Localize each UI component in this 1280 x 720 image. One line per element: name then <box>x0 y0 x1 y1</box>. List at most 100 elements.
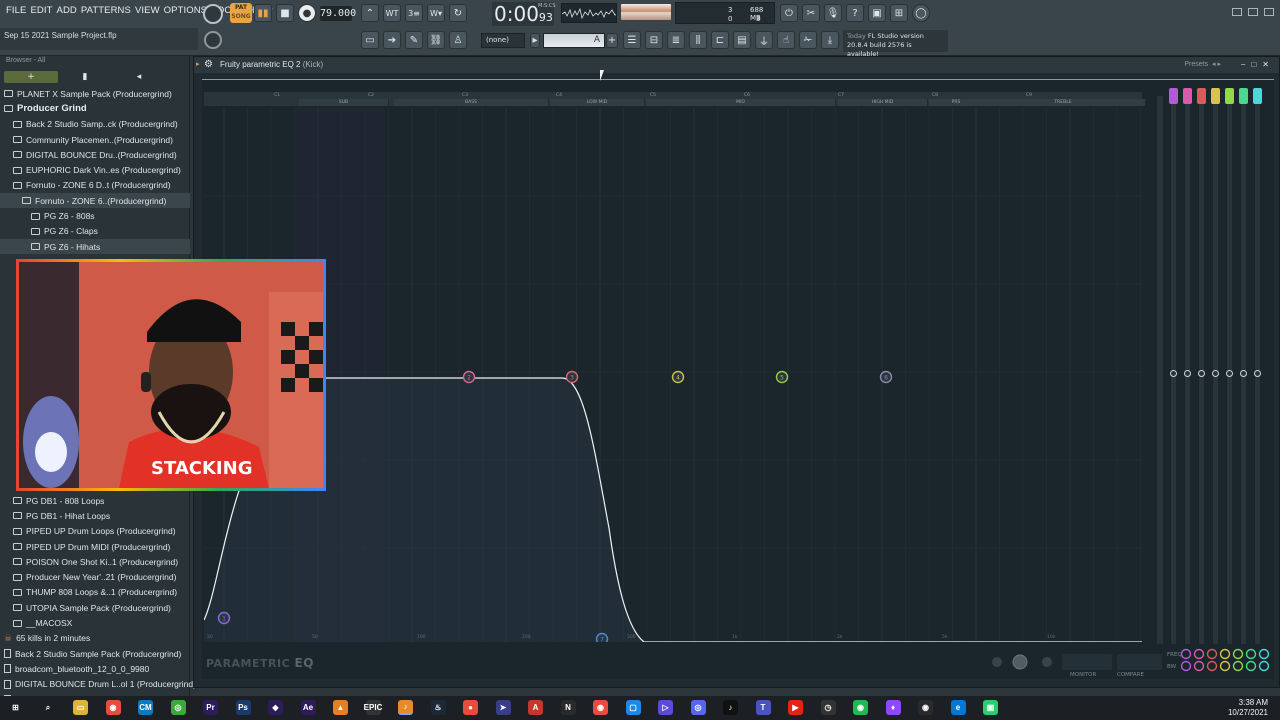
close-icon[interactable] <box>1264 8 1274 16</box>
taskbar-app-ae-icon[interactable]: Ae <box>300 700 316 715</box>
band-freq-knob-icon[interactable] <box>1193 648 1205 660</box>
monitor-panel[interactable] <box>1062 654 1112 670</box>
browser-item[interactable]: POISON One Shot Ki..1 (Producergrind) <box>0 554 190 569</box>
stamp-icon[interactable]: ♙ <box>449 31 467 49</box>
pattern-nav-left-icon[interactable]: ▸ <box>530 33 540 48</box>
brush-icon[interactable]: ✎ <box>405 31 423 49</box>
link-icon[interactable]: ⛓ <box>427 31 445 49</box>
save-icon[interactable]: ▣ <box>868 4 886 22</box>
taskbar-app-epic-icon[interactable]: EPIC <box>364 700 382 715</box>
band-freq-knob-icon[interactable] <box>1245 648 1257 660</box>
browser-item[interactable]: Producer Grind <box>0 101 190 116</box>
band-bw-knob-icon[interactable] <box>1219 660 1231 672</box>
online-icon[interactable]: ⏻ <box>780 4 798 22</box>
browser-item[interactable]: PG DB1 - Hihat Loops <box>0 508 190 523</box>
minimize-icon[interactable] <box>1232 8 1242 16</box>
record-button[interactable]: ● <box>298 4 316 22</box>
taskbar-app-search-icon[interactable]: ⌕ <box>40 700 56 715</box>
taskbar-app-chrome3-icon[interactable]: ◉ <box>918 700 933 715</box>
countdown-icon[interactable]: 3≡ <box>405 4 423 22</box>
browser-item[interactable]: broadcom_bluetooth_12_0_0_9980 <box>0 661 190 676</box>
eq-window-buttons[interactable]: −□✕ <box>1241 57 1275 73</box>
menu-view[interactable]: VIEW <box>133 5 162 21</box>
browser-tab-current-icon[interactable]: ▮ <box>58 71 112 83</box>
taskbar-app-speed-icon[interactable]: ◷ <box>820 700 836 715</box>
download-icon[interactable]: ⤓ <box>821 31 839 49</box>
band-bw-knob-icon[interactable] <box>1232 660 1244 672</box>
pattern-name-field[interactable]: A <box>543 33 605 48</box>
browser-item[interactable]: Fornuto - ZONE 6 D..t (Producergrind) <box>0 178 190 193</box>
band-freq-knob-icon[interactable] <box>1206 648 1218 660</box>
band-gain-dot-icon[interactable] <box>1170 370 1177 377</box>
band-gain-dot-icon[interactable] <box>1198 370 1205 377</box>
taskbar-app-spot-icon[interactable]: ◉ <box>853 700 868 715</box>
taskbar-app-tiktok-icon[interactable]: ♪ <box>723 700 738 715</box>
menu-options[interactable]: OPTIONS <box>162 5 209 21</box>
taskbar-app-youtube-icon[interactable]: ▶ <box>788 700 803 715</box>
mic-icon[interactable]: 🎙 <box>824 4 842 22</box>
metronome-icon[interactable]: ⌃ <box>361 4 379 22</box>
taskbar-app-steam-icon[interactable]: ♨ <box>430 700 446 715</box>
browser-item[interactable]: PIPED UP Drum Loops (Producergrind) <box>0 524 190 539</box>
taskbar-app-fl-icon[interactable]: ♪ <box>398 700 413 715</box>
band-slider-handle[interactable] <box>1225 88 1234 104</box>
band-gain-dot-icon[interactable] <box>1184 370 1191 377</box>
taskbar-app-chrome2-icon[interactable]: ◉ <box>593 700 608 715</box>
gear-icon[interactable]: ⚙ <box>204 57 213 73</box>
master-pitch-knob[interactable] <box>204 31 222 49</box>
band-slider-handle[interactable] <box>1197 88 1206 104</box>
taskbar-app-discord-icon[interactable]: ◎ <box>690 700 706 715</box>
browser-tab-plugins-icon[interactable]: ◂ <box>112 71 166 83</box>
window-menu-arrow-icon[interactable]: ▸ <box>196 57 200 73</box>
browser-item[interactable]: __MACOSX <box>0 615 190 630</box>
menu-patterns[interactable]: PATTERNS <box>79 5 133 21</box>
band-bw-knob-icon[interactable] <box>1180 660 1192 672</box>
menu-file[interactable]: FILE <box>4 5 28 21</box>
pattern-selector[interactable]: (none) <box>481 33 525 48</box>
menu-add[interactable]: ADD <box>55 5 79 21</box>
browser-item[interactable]: Producer New Year'..21 (Producergrind) <box>0 569 190 584</box>
taskbar-app-files-icon[interactable]: ▭ <box>73 700 88 715</box>
blend-notes-icon[interactable]: W▾ <box>427 4 445 22</box>
arrow-right-icon[interactable]: ➔ <box>383 31 401 49</box>
news-panel[interactable]: Today FL Studio version 20.8.4 build 257… <box>843 30 948 58</box>
mixer-faders-icon[interactable]: ⫼ <box>689 31 707 49</box>
mixer-icon[interactable]: ✂ <box>802 4 820 22</box>
band-bw-knob-icon[interactable] <box>1193 660 1205 672</box>
band-gain-dot-icon[interactable] <box>1212 370 1219 377</box>
browser-item[interactable]: Back 2 Studio Sample Pack (Producergrind… <box>0 646 190 661</box>
taskbar-app-play-icon[interactable]: ▷ <box>658 700 673 715</box>
system-clock[interactable]: 3:38 AM 10/27/2021 <box>1228 698 1268 718</box>
taskbar-app-ps-icon[interactable]: Ps <box>235 700 251 715</box>
eq-band-node-2[interactable]: 2 <box>462 370 476 384</box>
compare-panel[interactable] <box>1117 654 1162 670</box>
play-button[interactable]: ▮▮ <box>254 4 272 22</box>
taskbar-app-xbox-icon[interactable]: ◎ <box>170 700 186 715</box>
eq-band-node-5[interactable]: 5 <box>775 370 789 384</box>
browser-toggle-icon[interactable]: ▤ <box>733 31 751 49</box>
band-freq-knob-icon[interactable] <box>1258 648 1270 660</box>
band-bw-knob-icon[interactable] <box>1245 660 1257 672</box>
taskbar-app-vlc-icon[interactable]: ▲ <box>333 700 348 715</box>
eq-band-node-4[interactable]: 4 <box>671 370 685 384</box>
band-freq-knob-icon[interactable] <box>1232 648 1244 660</box>
taskbar-app-arrow-icon[interactable]: ➤ <box>495 700 511 715</box>
taskbar-app-teams-icon[interactable]: T <box>755 700 771 715</box>
band-slider-handle[interactable] <box>1239 88 1248 104</box>
taskbar-app-acrobat-icon[interactable]: A <box>528 700 543 715</box>
monitor-knob-icon[interactable] <box>992 657 1002 667</box>
hq-toggle-icon[interactable] <box>1012 654 1028 670</box>
browser-item[interactable]: Community Placemen..(Producergrind) <box>0 132 190 147</box>
band-gain-dot-icon[interactable] <box>1254 370 1261 377</box>
browser-item[interactable]: PG DB1 - 808 Loops <box>0 493 190 508</box>
pat-song-toggle[interactable]: PAT SONG <box>230 3 252 23</box>
eq-band-node-7[interactable]: 7 <box>595 632 609 643</box>
master-volume-knob[interactable] <box>203 4 223 24</box>
band-slider-handle[interactable] <box>1211 88 1220 104</box>
taskbar-app-green-icon[interactable]: ▣ <box>983 700 998 715</box>
taskbar-app-pr-icon[interactable]: Pr <box>203 700 218 715</box>
browser-item[interactable]: PG Z6 - Hihats <box>0 238 190 255</box>
maximize-icon[interactable] <box>1248 8 1258 16</box>
browser-tab-all-icon[interactable]: + <box>4 71 58 83</box>
plugin-picker-icon[interactable]: ⏚ <box>755 31 773 49</box>
